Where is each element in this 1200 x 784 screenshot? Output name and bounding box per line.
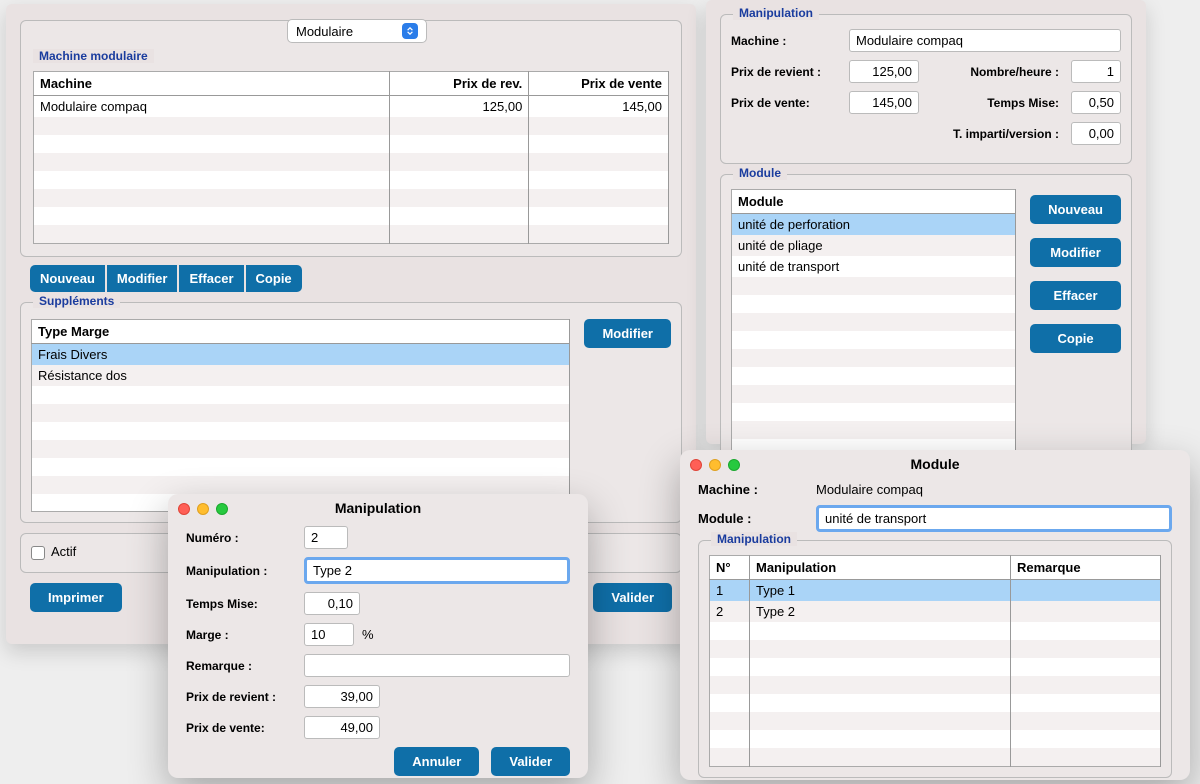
prix-rev-input[interactable]	[304, 685, 380, 708]
right-panel: Manipulation Machine : Prix de revient :…	[706, 0, 1146, 444]
table-row[interactable]: Modulaire compaq 125,00 145,00	[34, 96, 669, 118]
nbh-input[interactable]	[1071, 60, 1121, 83]
traffic-lights[interactable]	[690, 459, 740, 471]
temps-input[interactable]	[1071, 91, 1121, 114]
numero-input[interactable]	[304, 526, 348, 549]
col-rev: Prix de rev.	[389, 72, 529, 96]
traffic-lights[interactable]	[178, 503, 228, 515]
marge-input[interactable]	[304, 623, 354, 646]
manipulation-section-title: Manipulation	[733, 6, 819, 20]
minimize-icon[interactable]	[197, 503, 209, 515]
module-table[interactable]: Module unité de perforation unité de pli…	[731, 189, 1016, 458]
annuler-button[interactable]: Annuler	[394, 747, 479, 776]
module-modifier-button[interactable]: Modifier	[1030, 238, 1121, 267]
valider-button[interactable]: Valider	[593, 583, 672, 612]
temps-mise-input[interactable]	[304, 592, 360, 615]
table-row[interactable]: unité de transport	[732, 256, 1016, 277]
module-manip-table[interactable]: N° Manipulation Remarque 1 Type 1 2 Type…	[709, 555, 1161, 767]
col-type-marge: Type Marge	[32, 319, 570, 343]
module-manip-section-title: Manipulation	[711, 532, 797, 546]
col-vente: Prix de vente	[529, 72, 669, 96]
machine-table[interactable]: Machine Prix de rev. Prix de vente Modul…	[33, 71, 669, 244]
zoom-icon[interactable]	[728, 459, 740, 471]
module-copie-button[interactable]: Copie	[1030, 324, 1121, 353]
nouveau-button[interactable]: Nouveau	[30, 265, 105, 292]
module-nouveau-button[interactable]: Nouveau	[1030, 195, 1121, 224]
module-modal: Module Machine : Modulaire compaq Module…	[680, 450, 1190, 780]
modal-title: Manipulation	[168, 494, 588, 520]
imprimer-button[interactable]: Imprimer	[30, 583, 122, 612]
module-section-title: Module	[733, 166, 787, 180]
copie-button[interactable]: Copie	[246, 265, 302, 292]
close-icon[interactable]	[690, 459, 702, 471]
minimize-icon[interactable]	[709, 459, 721, 471]
remarque-input[interactable]	[304, 654, 570, 677]
table-row[interactable]: unité de perforation	[732, 214, 1016, 236]
table-row[interactable]: 1 Type 1	[710, 580, 1161, 602]
type-dropdown[interactable]: Modulaire	[287, 19, 427, 43]
chevron-updown-icon	[402, 23, 418, 39]
table-row[interactable]: Frais Divers	[32, 343, 570, 365]
manipulation-modal: Manipulation Numéro : Manipulation : Tem…	[168, 494, 588, 778]
modifier-button[interactable]: Modifier	[107, 265, 178, 292]
imparti-input[interactable]	[1071, 122, 1121, 145]
machine-input[interactable]	[849, 29, 1121, 52]
valider-button[interactable]: Valider	[491, 747, 570, 776]
manipulation-input[interactable]	[304, 557, 570, 584]
col-machine: Machine	[34, 72, 390, 96]
close-icon[interactable]	[178, 503, 190, 515]
zoom-icon[interactable]	[216, 503, 228, 515]
machine-button-group: Nouveau Modifier Effacer Copie	[30, 265, 682, 292]
module-effacer-button[interactable]: Effacer	[1030, 281, 1121, 310]
actif-checkbox[interactable]: Actif	[31, 544, 76, 559]
table-row[interactable]: 2 Type 2	[710, 601, 1161, 622]
table-row[interactable]: Résistance dos	[32, 365, 570, 386]
module-name-input[interactable]	[816, 505, 1172, 532]
module-machine-value: Modulaire compaq	[816, 482, 923, 497]
vente-input[interactable]	[849, 91, 919, 114]
supplements-table[interactable]: Type Marge Frais Divers Résistance dos	[31, 319, 570, 513]
dropdown-value: Modulaire	[296, 24, 353, 39]
effacer-button[interactable]: Effacer	[179, 265, 243, 292]
rev-input[interactable]	[849, 60, 919, 83]
table-row[interactable]: unité de pliage	[732, 235, 1016, 256]
modal-title: Module	[680, 450, 1190, 476]
machine-section-title: Machine modulaire	[33, 49, 154, 63]
supp-modifier-button[interactable]: Modifier	[584, 319, 671, 348]
supplements-section-title: Suppléments	[33, 294, 120, 308]
prix-vente-input[interactable]	[304, 716, 380, 739]
